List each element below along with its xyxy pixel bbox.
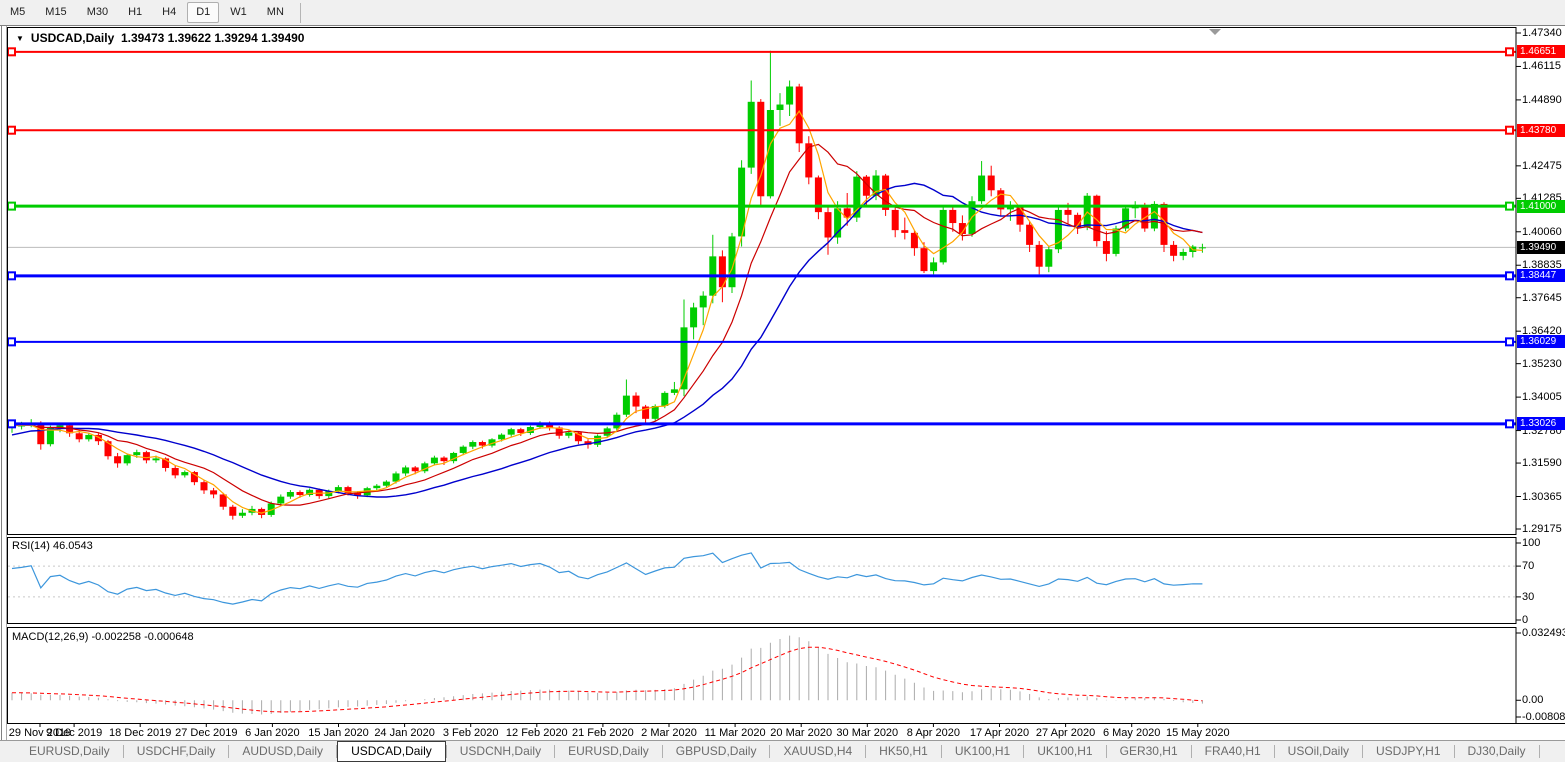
y-axis-label: 1.29175	[1522, 523, 1562, 535]
line-handle[interactable]	[1506, 127, 1513, 134]
tab-usdchf-daily[interactable]: USDCHF,Daily	[124, 741, 229, 762]
tab-eurusd-daily[interactable]: EURUSD,Daily	[16, 741, 123, 762]
tab-eurusd-daily[interactable]: EURUSD,Daily	[555, 741, 662, 762]
tab-ger30-h1[interactable]: GER30,H1	[1107, 741, 1191, 762]
rsi-axis-label: 30	[1522, 591, 1534, 603]
y-axis-label: 1.35230	[1522, 358, 1562, 370]
y-axis-label: 1.47340	[1522, 27, 1562, 39]
pane-border	[8, 538, 1517, 624]
price-line-badge: 1.46651	[1517, 45, 1565, 58]
line-handle[interactable]	[1506, 420, 1513, 427]
tab-uk100-h1[interactable]: UK100,H1	[942, 741, 1023, 762]
line-handle[interactable]	[8, 420, 15, 427]
line-handle[interactable]	[1506, 48, 1513, 55]
line-handle[interactable]	[8, 48, 15, 55]
date-label: 15 May 2020	[1156, 727, 1240, 739]
line-handle[interactable]	[8, 203, 15, 210]
tab-audusd-daily[interactable]: AUDUSD,Daily	[229, 741, 336, 762]
rsi-pane	[8, 553, 1516, 604]
symbol-tab-bar: EURUSD,DailyUSDCHF,DailyAUDUSD,DailyUSDC…	[0, 740, 1565, 762]
rsi-axis-label: 100	[1522, 537, 1540, 549]
current-price-badge: 1.39490	[1517, 241, 1565, 254]
ma-slow-line	[12, 183, 1202, 497]
macd-axis-label: 0.032493	[1522, 627, 1565, 639]
tab-usdcnh-daily[interactable]: USDCNH,Daily	[447, 741, 554, 762]
timeframe-button-H4[interactable]: H4	[153, 2, 185, 23]
tab-dj30-daily[interactable]: DJ30,Daily	[1455, 741, 1539, 762]
chart-symbol-label: USDCAD,Daily	[31, 31, 114, 45]
y-axis-label: 1.46115	[1522, 60, 1561, 72]
timeframe-button-H1[interactable]: H1	[119, 2, 151, 23]
timeframe-button-D1[interactable]: D1	[187, 2, 219, 23]
y-axis-label: 1.31590	[1522, 457, 1562, 469]
line-handle[interactable]	[8, 127, 15, 134]
pane-border	[8, 628, 1517, 724]
timeframe-button-MN[interactable]: MN	[258, 2, 293, 23]
toolbar-separator	[300, 3, 301, 23]
line-handle[interactable]	[1506, 203, 1513, 210]
timeframe-button-M15[interactable]: M15	[36, 2, 75, 23]
macd-label: MACD(12,26,9) -0.002258 -0.000648	[12, 631, 194, 643]
y-axis-label: 1.42475	[1522, 160, 1562, 172]
chart-ohlc-values: 1.39473 1.39622 1.39294 1.39490	[121, 31, 305, 45]
rsi-axis-label: 70	[1522, 560, 1534, 572]
tab-xauusd-h4[interactable]: XAUUSD,H4	[770, 741, 865, 762]
price-line-badge: 1.33026	[1517, 417, 1565, 430]
tab-fra40-h1[interactable]: FRA40,H1	[1192, 741, 1274, 762]
line-handle[interactable]	[8, 272, 15, 279]
y-axis-label: 1.34005	[1522, 391, 1562, 403]
tab-usdcad-daily[interactable]: USDCAD,Daily	[337, 741, 446, 762]
price-pane	[8, 51, 1516, 520]
macd-histogram	[12, 636, 1202, 715]
ma-mid-line	[12, 144, 1202, 505]
y-axis-label: 1.30365	[1522, 491, 1562, 503]
macd-signal-line	[12, 647, 1202, 712]
macd-axis-label: -0.008086	[1522, 711, 1565, 723]
ma-fast-line	[12, 111, 1202, 513]
tab-usoil-daily[interactable]: USOil,Daily	[1275, 741, 1362, 762]
tab-separator	[1539, 745, 1540, 758]
price-line-badge: 1.38447	[1517, 269, 1565, 282]
candlestick-series	[9, 51, 1206, 520]
price-line-badge: 1.36029	[1517, 335, 1565, 348]
rsi-axis-label: 0	[1522, 614, 1528, 626]
chart-dropdown-icon[interactable]: ▼	[16, 34, 24, 43]
line-handle[interactable]	[1506, 272, 1513, 279]
rsi-label: RSI(14) 46.0543	[12, 540, 93, 552]
line-handle[interactable]	[1506, 338, 1513, 345]
tab-hk50-h1[interactable]: HK50,H1	[866, 741, 941, 762]
timeframe-button-M30[interactable]: M30	[78, 2, 117, 23]
chart-shift-marker-icon[interactable]	[1209, 29, 1221, 35]
mt4-chart-window: { "toolbar": { "timeframes": [ {"label":…	[0, 0, 1565, 762]
tab-gbpusd-daily[interactable]: GBPUSD,Daily	[663, 741, 770, 762]
price-line-badge: 1.41000	[1517, 200, 1565, 213]
macd-axis-label: 0.00	[1522, 694, 1543, 706]
chart-canvas[interactable]	[0, 0, 1565, 762]
timeframe-button-M5[interactable]: M5	[1, 2, 34, 23]
line-handle[interactable]	[8, 338, 15, 345]
timeframe-button-W1[interactable]: W1	[221, 2, 256, 23]
price-line-badge: 1.43780	[1517, 124, 1565, 137]
chart-title: ▼ USDCAD,Daily 1.39473 1.39622 1.39294 1.…	[16, 31, 304, 45]
tab-uk100-h1[interactable]: UK100,H1	[1024, 741, 1105, 762]
y-axis-label: 1.44890	[1522, 94, 1562, 106]
macd-pane	[12, 636, 1202, 715]
y-axis-label: 1.37645	[1522, 292, 1562, 304]
y-axis-label: 1.40060	[1522, 226, 1562, 238]
timeframe-toolbar: M5M15M30H1H4D1W1MN	[0, 0, 1565, 25]
tab-usdjpy-h1[interactable]: USDJPY,H1	[1363, 741, 1453, 762]
